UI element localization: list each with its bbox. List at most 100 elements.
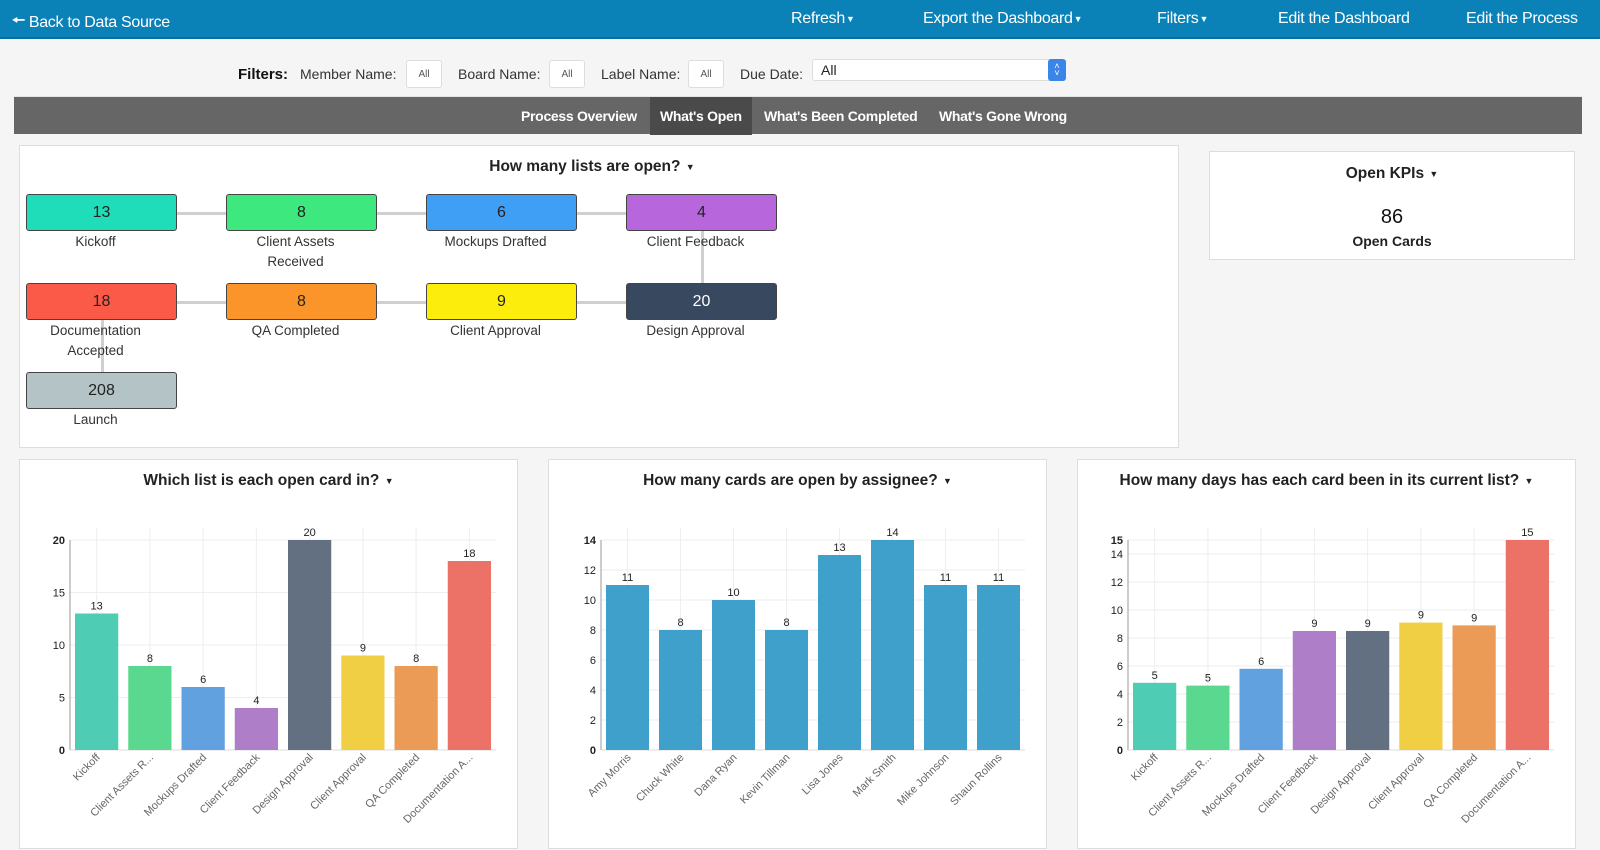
label-name-filter[interactable]: All [688,60,724,88]
bar-value-label: 13 [833,542,845,554]
bar[interactable] [128,666,172,750]
bar[interactable] [1239,668,1283,750]
bar[interactable] [394,666,438,750]
tab-whats-been-completed[interactable]: What's Been Completed [754,97,927,135]
label-name-label: Label Name: [601,66,681,82]
y-tick-label: 10 [1111,605,1123,617]
bar[interactable] [977,585,1020,750]
bar[interactable] [924,585,967,750]
bar-value-label: 6 [1258,656,1264,668]
node-label: Launch [20,410,171,430]
process-node[interactable]: 208 [26,372,177,409]
caret-down-icon: ▼ [845,13,855,24]
due-date-select[interactable]: All ˄ ˅ [812,59,1066,81]
bar-value-label: 11 [993,572,1004,584]
bar[interactable] [1399,622,1443,750]
tab-whats-open[interactable]: What's Open [650,97,752,135]
edit-process-link[interactable]: Edit the Process [1466,10,1578,28]
due-date-label: Due Date: [740,66,804,82]
x-tick-label: QA Completed [363,752,422,811]
bar-value-label: 11 [622,572,633,584]
process-node[interactable]: 13 [26,194,177,231]
bar[interactable] [1292,631,1336,750]
bar-value-label: 5 [1152,670,1158,682]
bar[interactable] [341,655,385,751]
bar-value-label: 15 [1521,527,1533,539]
node-label-line: Launch [73,412,118,427]
flow-connector [577,212,626,215]
bar-value-label: 13 [91,601,103,613]
process-panel-title[interactable]: How many lists are open? ▼ [13,158,1171,176]
x-tick-label: Lisa Jones [800,751,846,797]
bar-value-label: 10 [727,587,739,599]
process-node[interactable]: 4 [626,194,777,231]
member-name-filter[interactable]: All [406,60,442,88]
node-label-line: Client Feedback [646,234,745,249]
bar-value-label: 5 [1205,673,1211,685]
select-arrows-icon: ˄ ˅ [1048,59,1066,81]
x-tick-label: Shaun Rollins [948,751,1005,808]
export-dashboard-menu[interactable]: Export the Dashboard▼ [923,10,1083,28]
refresh-menu[interactable]: Refresh▼ [791,10,855,28]
edit-dashboard-link[interactable]: Edit the Dashboard [1278,10,1410,28]
x-tick-label: QA Completed [1421,752,1480,811]
node-label-line: Design Approval [646,323,745,338]
bar[interactable] [871,540,914,750]
caret-down-icon: ▼ [1073,13,1083,24]
process-node[interactable]: 6 [426,194,577,231]
node-label: Client Feedback [620,232,771,252]
bar-value-label: 8 [413,653,419,665]
tab-process-overview[interactable]: Process Overview [511,97,647,135]
process-node[interactable]: 8 [226,194,377,231]
x-tick-label: Client Approval [308,752,369,813]
bar[interactable] [712,600,755,750]
node-label-line: Mockups Drafted [444,234,547,249]
open-cards-value: 86 [1380,206,1404,228]
filters-menu[interactable]: Filters▼ [1157,10,1208,28]
y-tick-label: 15 [53,588,65,600]
bar[interactable] [288,540,332,750]
process-node[interactable]: 18 [26,283,177,320]
y-tick-label: 0 [1117,745,1123,757]
bar-value-label: 4 [253,695,259,707]
y-tick-label: 5 [59,693,65,705]
bar[interactable] [181,687,225,750]
caret-down-icon: ▼ [685,161,695,172]
node-label: Mockups Drafted [420,232,571,252]
bar[interactable] [1186,685,1230,750]
assignee-bar-chart: 0 2 4 6 8 10 12 14 11 Amy Morris 8 Chuck White 10 Dan… [584,527,1025,808]
bar[interactable] [765,630,808,750]
process-title-text: How many lists are open? [489,158,681,175]
node-label-line: Documentation [50,323,141,338]
kpi-panel-title[interactable]: Open KPIs ▼ [1210,165,1574,183]
node-count: 9 [497,292,506,310]
member-name-label: Member Name: [300,66,397,82]
bar[interactable] [818,555,861,750]
node-label-line: Accepted [67,343,124,358]
bar[interactable] [659,630,702,750]
flow-connector [577,301,626,304]
bar[interactable] [1346,631,1390,750]
tab-whats-gone-wrong[interactable]: What's Gone Wrong [929,97,1077,135]
node-count: 13 [92,203,111,221]
board-name-filter[interactable]: All [549,60,585,88]
process-panel: How many lists are open? ▼ 13 Kickoff 8 Cli… [19,145,1179,448]
bar[interactable] [234,708,278,750]
bar[interactable] [606,585,649,750]
node-count: 208 [88,381,115,399]
process-node[interactable]: 8 [226,283,377,320]
bar[interactable] [1452,625,1496,750]
bar[interactable] [1133,682,1177,750]
y-tick-label: 14 [584,535,597,547]
bar[interactable] [1505,540,1549,750]
top-navbar: 🠔 Back to Data Source Refresh▼ Export th… [0,0,1600,39]
process-node[interactable]: 9 [426,283,577,320]
node-label: Client Assets Received [220,232,371,272]
process-node[interactable]: 20 [626,283,777,320]
bar[interactable] [447,561,491,750]
bar-value-label: 8 [677,617,683,629]
back-to-data-source-link[interactable]: 🠔 Back to Data Source [12,10,170,35]
filters-bar: Filters: Member Name: All Board Name: Al… [0,58,1600,90]
node-label: Documentation Accepted [20,321,171,361]
bar[interactable] [75,613,119,751]
